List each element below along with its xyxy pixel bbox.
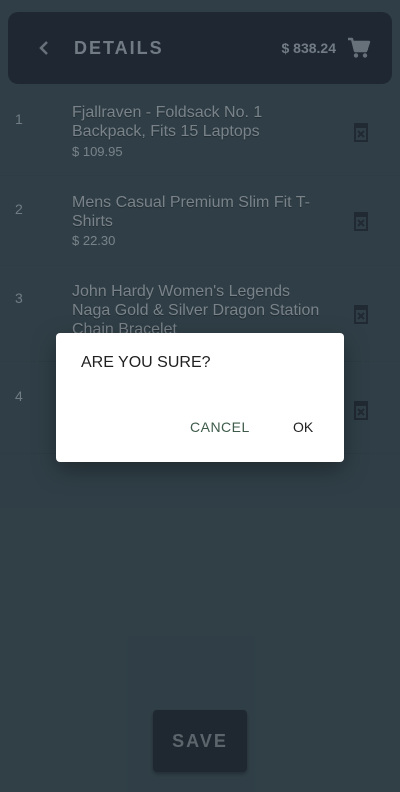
ok-button[interactable]: OK: [293, 419, 313, 435]
cancel-button[interactable]: CANCEL: [190, 419, 250, 435]
confirm-dialog: ARE YOU SURE? CANCEL OK: [56, 333, 344, 462]
dialog-title: ARE YOU SURE?: [81, 354, 211, 371]
